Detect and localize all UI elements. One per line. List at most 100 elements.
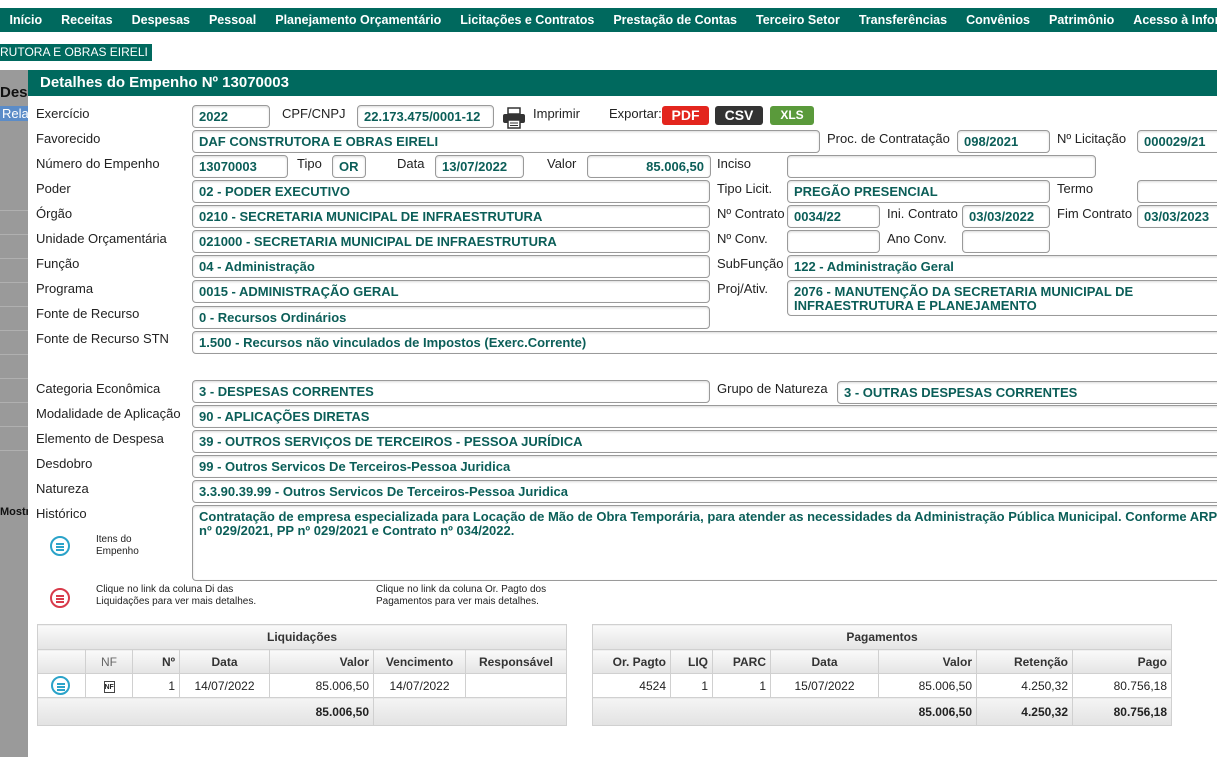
label-elemento: Elemento de Despesa: [36, 431, 164, 446]
row-icon-cell[interactable]: [37, 673, 86, 698]
nf-cell[interactable]: NF: [85, 673, 133, 698]
label-nlicitacao: Nº Licitação: [1057, 131, 1127, 146]
field-ano-conv: [962, 230, 1050, 253]
nav-patrimonio[interactable]: Patrimônio: [1040, 13, 1124, 27]
label-subfuncao: SubFunção: [717, 256, 784, 271]
col-liq: LIQ: [670, 649, 713, 674]
nav-planejamento[interactable]: Planejamento Orçamentário: [266, 13, 451, 27]
pagamentos-total-retencao: 4.250,32: [976, 697, 1073, 726]
liquidacoes-total-empty: [373, 697, 567, 726]
nav-despesas[interactable]: Despesas: [122, 13, 199, 27]
export-csv-button[interactable]: CSV: [715, 106, 763, 125]
label-tipo-licit: Tipo Licit.: [717, 181, 773, 196]
field-ini-contrato: 03/03/2022: [962, 205, 1050, 228]
cell-valor: 85.006,50: [878, 673, 977, 698]
detail-list-icon[interactable]: [51, 676, 70, 695]
field-projativ: 2076 - MANUTENÇÃO DA SECRETARIA MUNICIPA…: [787, 280, 1217, 316]
label-cpf: CPF/CNPJ: [282, 106, 346, 121]
label-termo: Termo: [1057, 181, 1094, 196]
field-ncontrato: 0034/22: [787, 205, 880, 228]
label-ncontrato: Nº Contrato: [717, 206, 785, 221]
field-poder: 02 - PODER EXECUTIVO: [192, 180, 710, 203]
field-exercicio: 2022: [192, 105, 270, 128]
label-fim-contrato: Fim Contrato: [1057, 206, 1133, 221]
pagamentos-caption: Pagamentos: [592, 624, 1172, 650]
background-row: [0, 354, 28, 378]
nf-document-icon[interactable]: NF: [103, 681, 115, 693]
background-row: [0, 426, 28, 450]
nav-prestacao[interactable]: Prestação de Contas: [604, 13, 747, 27]
nav-convenios[interactable]: Convênios: [957, 13, 1040, 27]
field-grupo: 3 - OUTRAS DESPESAS CORRENTES: [837, 381, 1217, 404]
pagamentos-table: Pagamentos Or. Pagto LIQ PARC Data Valor…: [592, 624, 1172, 726]
background-tab[interactable]: Rela: [0, 106, 28, 121]
field-elemento: 39 - OUTROS SERVIÇOS DE TERCEIROS - PESS…: [192, 430, 1217, 453]
sub-bar: RUTORA E OBRAS EIRELI: [0, 40, 1217, 70]
itens-empenho-link[interactable]: Itens do Empenho: [96, 534, 156, 558]
field-valor: 85.006,50: [587, 155, 711, 178]
label-natureza: Natureza: [36, 481, 89, 496]
nav-pessoal[interactable]: Pessoal: [199, 13, 265, 27]
background-page: Des Rela Mostr: [0, 70, 28, 757]
nav-receitas[interactable]: Receitas: [52, 13, 122, 27]
liquidacoes-table: Liquidações NF Nº Data Valor Vencimento …: [37, 624, 567, 726]
label-fonte: Fonte de Recurso: [36, 306, 140, 321]
pagamentos-total-pago: 80.756,18: [1072, 697, 1172, 726]
cell-pago: 80.756,18: [1072, 673, 1172, 698]
label-modalidade: Modalidade de Aplicação: [36, 406, 181, 421]
printer-icon[interactable]: [502, 107, 526, 129]
liquidacoes-hint: Clique no link da coluna Di das Liquidaç…: [96, 584, 257, 607]
background-row: [0, 402, 28, 426]
label-fonte-stn: Fonte de Recurso STN: [36, 331, 169, 346]
field-fim-contrato: 03/03/2023: [1137, 205, 1217, 228]
nav-transferencias[interactable]: Transferências: [849, 13, 956, 27]
background-row: [0, 210, 28, 234]
col-n: Nº: [132, 649, 180, 674]
label-projativ: Proj/Ativ.: [717, 281, 769, 296]
col-responsavel: Responsável: [465, 649, 567, 674]
label-ano-conv: Ano Conv.: [887, 231, 947, 246]
col-data: Data: [179, 649, 270, 674]
print-link[interactable]: Imprimir: [533, 106, 580, 121]
nav-inicio[interactable]: Início: [0, 13, 52, 27]
cell-liq: 1: [670, 673, 713, 698]
col-data: Data: [770, 649, 879, 674]
background-row: [0, 282, 28, 306]
col-parc: PARC: [712, 649, 771, 674]
empenho-details-modal: Detalhes do Empenho Nº 13070003 Exercíci…: [28, 70, 1217, 757]
col-pago: Pago: [1072, 649, 1172, 674]
background-row: [0, 450, 28, 474]
cell-or-pagto[interactable]: 4524: [592, 673, 671, 698]
col-retencao: Retenção: [976, 649, 1073, 674]
nav-acesso[interactable]: Acesso à Informação: [1124, 13, 1217, 27]
nav-terceiro-setor[interactable]: Terceiro Setor: [747, 13, 850, 27]
background-row: [0, 306, 28, 330]
label-exercicio: Exercício: [36, 106, 90, 121]
field-proc: 098/2021: [957, 130, 1050, 153]
background-footer: Mostr: [0, 506, 28, 518]
cell-vencimento: 14/07/2022: [373, 673, 466, 698]
cell-n: 1: [132, 673, 180, 698]
background-row: [0, 258, 28, 282]
col-nf: NF: [85, 649, 133, 674]
export-xls-button[interactable]: XLS: [770, 106, 814, 125]
field-funcao: 04 - Administração: [192, 255, 710, 278]
field-historico: Contratação de empresa especializada par…: [192, 505, 1217, 581]
field-subfuncao: 122 - Administração Geral: [787, 255, 1217, 278]
field-numero: 13070003: [192, 155, 288, 178]
export-pdf-button[interactable]: PDF: [662, 106, 709, 125]
col-icon: [37, 649, 86, 674]
label-desdobro: Desdobro: [36, 456, 93, 471]
field-natureza: 3.3.90.39.99 - Outros Servicos De Tercei…: [192, 480, 1217, 503]
label-proc: Proc. de Contratação: [827, 131, 950, 146]
field-categoria: 3 - DESPESAS CORRENTES: [192, 380, 710, 403]
nav-licitacoes[interactable]: Licitações e Contratos: [451, 13, 604, 27]
pagamentos-hint: Clique no link da coluna Or. Pagto dos P…: [376, 584, 547, 607]
col-valor: Valor: [878, 649, 977, 674]
background-title: Des: [0, 84, 28, 101]
label-data: Data: [397, 156, 425, 171]
label-programa: Programa: [36, 281, 94, 296]
cell-data: 14/07/2022: [179, 673, 270, 698]
label-grupo: Grupo de Natureza: [717, 381, 828, 396]
itens-list-icon[interactable]: [50, 536, 70, 556]
